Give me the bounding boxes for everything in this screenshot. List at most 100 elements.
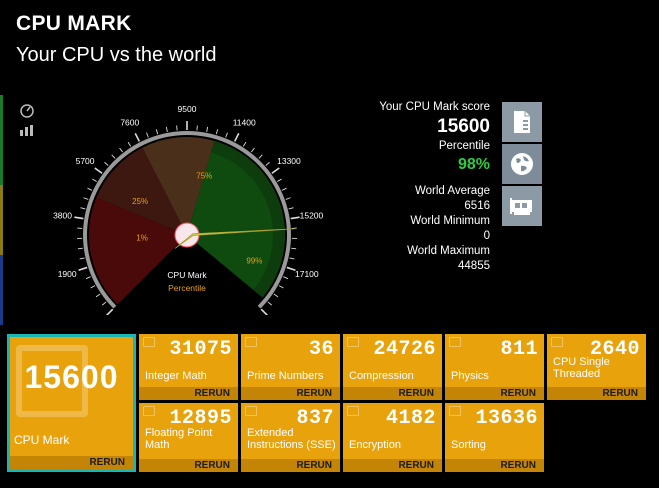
tile-label: Compression <box>349 370 414 382</box>
rerun-button[interactable]: RERUN <box>547 387 646 400</box>
tile-floating-point-math[interactable]: 12895 Floating Point Math RERUN <box>139 403 238 472</box>
gauge-minor-tick <box>250 147 255 153</box>
gauge-minor-tick <box>242 141 247 147</box>
tile-physics[interactable]: 811 Physics RERUN <box>445 334 544 400</box>
world-average-value: 6516 <box>464 200 490 212</box>
gauge-minor-tick <box>288 207 294 210</box>
side-accent-green <box>0 95 3 185</box>
gauge-tick-label: 15200 <box>300 210 324 220</box>
gauge-percentile-label: 25% <box>132 197 148 206</box>
page-subtitle: Your CPU vs the world <box>16 44 217 66</box>
gauge-minor-tick <box>258 154 263 159</box>
rerun-button[interactable]: RERUN <box>241 459 340 472</box>
rerun-button[interactable]: RERUN <box>445 387 544 400</box>
main-tile-rerun-button[interactable]: RERUN <box>10 456 133 469</box>
chip-icon <box>347 337 359 347</box>
chart-icon[interactable] <box>18 124 36 140</box>
gauge-major-tick <box>233 133 240 142</box>
gauge-major-tick <box>74 216 84 220</box>
gauge-tick-label: 5700 <box>76 156 95 166</box>
gauge-minor-tick <box>278 285 284 289</box>
tile-value: 13636 <box>475 407 538 430</box>
main-tile-value: 15600 <box>24 359 119 395</box>
chip-icon <box>551 337 563 347</box>
tile-label: Integer Math <box>145 370 207 382</box>
main-tile-label: CPU Mark <box>14 433 70 447</box>
tile-label: Physics <box>451 370 489 382</box>
document-list-button[interactable] <box>502 102 542 142</box>
gauge-minor-tick <box>95 293 101 298</box>
world-average-label: World Average <box>414 185 490 197</box>
gauge-center-sublabel: Percentile <box>168 283 206 293</box>
world-maximum-value: 44855 <box>458 260 490 272</box>
rerun-button[interactable]: RERUN <box>445 459 544 472</box>
gauge-icon[interactable] <box>18 104 36 120</box>
gauge-minor-tick <box>155 129 159 135</box>
percentile-value: 98% <box>457 156 490 173</box>
tile-sorting[interactable]: 13636 Sorting RERUN <box>445 403 544 472</box>
cpu-mark-main-tile[interactable]: 15600 CPU Mark RERUN <box>7 334 136 472</box>
rerun-button[interactable]: RERUN <box>139 387 238 400</box>
world-minimum-value: 0 <box>483 230 490 242</box>
rerun-button[interactable]: RERUN <box>241 387 340 400</box>
rerun-button[interactable]: RERUN <box>139 459 238 472</box>
tile-encryption[interactable]: 4182 Encryption RERUN <box>343 403 442 472</box>
cpu-mark-gauge: 0190038005700760095001140013300152001710… <box>50 95 340 315</box>
gauge-tick-label: 13300 <box>277 156 301 166</box>
gauge-minor-tick <box>119 147 124 153</box>
gauge-minor-tick <box>90 285 96 289</box>
gauge-minor-tick <box>79 257 85 260</box>
gauge-minor-tick <box>265 161 270 166</box>
gauge-minor-tick <box>277 178 282 182</box>
gauge-tick-label: 11400 <box>233 118 256 128</box>
gauge-minor-tick <box>273 293 279 298</box>
gauge-minor-tick <box>215 129 219 135</box>
gauge-minor-tick <box>267 301 273 306</box>
tile-integer-math[interactable]: 31075 Integer Math RERUN <box>139 334 238 400</box>
tile-label: Encryption <box>349 439 401 451</box>
tile-label: Floating Point Math <box>145 427 213 451</box>
gauge-minor-tick <box>285 197 291 200</box>
globe-icon <box>511 153 533 175</box>
gauge-tick-label: 3800 <box>53 210 72 220</box>
tile-label: CPU Single Threaded <box>553 356 610 380</box>
chip-icon <box>143 406 155 416</box>
gauge-major-tick <box>105 308 114 315</box>
gauge-minor-tick <box>289 257 295 260</box>
tile-value: 36 <box>308 338 334 361</box>
tile-value: 31075 <box>169 338 232 361</box>
gauge-minor-tick <box>87 187 93 191</box>
gauge-minor-tick <box>225 132 228 138</box>
tile-compression[interactable]: 24726 Compression RERUN <box>343 334 442 400</box>
tile-prime-numbers[interactable]: 36 Prime Numbers RERUN <box>241 334 340 400</box>
chip-icon <box>143 337 155 347</box>
gauge-tick-label: 7600 <box>120 118 139 128</box>
gauge-percentile-label: 99% <box>246 256 262 265</box>
tile-extended-instructions[interactable]: 837 Extended Instructions (SSE) RERUN <box>241 403 340 472</box>
tile-cpu-single-threaded[interactable]: 2640 CPU Single Threaded RERUN <box>547 334 646 400</box>
gauge-tick-label: 1900 <box>58 269 77 279</box>
document-list-icon <box>514 111 530 133</box>
gauge-minor-tick <box>92 178 97 182</box>
percentile-label: Percentile <box>438 140 490 152</box>
gauge-major-tick <box>94 167 103 174</box>
chip-icon <box>347 406 359 416</box>
score-value: 15600 <box>437 116 490 137</box>
tile-value: 811 <box>500 338 538 361</box>
network-card-button[interactable] <box>502 186 542 226</box>
rerun-button[interactable]: RERUN <box>343 387 442 400</box>
side-accent-yellow <box>0 185 3 255</box>
gauge-minor-tick <box>80 207 86 210</box>
chip-icon <box>449 406 461 416</box>
gauge-minor-tick <box>146 132 149 138</box>
gauge-minor-tick <box>165 126 168 132</box>
world-maximum-label: World Maximum <box>407 245 490 257</box>
rerun-button[interactable]: RERUN <box>343 459 442 472</box>
tile-value: 24726 <box>373 338 436 361</box>
gauge-minor-tick <box>77 247 83 250</box>
gauge-major-tick <box>78 266 88 271</box>
score-label: Your CPU Mark score <box>379 101 490 113</box>
gauge-percentile-label: 1% <box>136 233 148 242</box>
globe-button[interactable] <box>502 144 542 184</box>
gauge-tick-label: 9500 <box>178 104 197 114</box>
